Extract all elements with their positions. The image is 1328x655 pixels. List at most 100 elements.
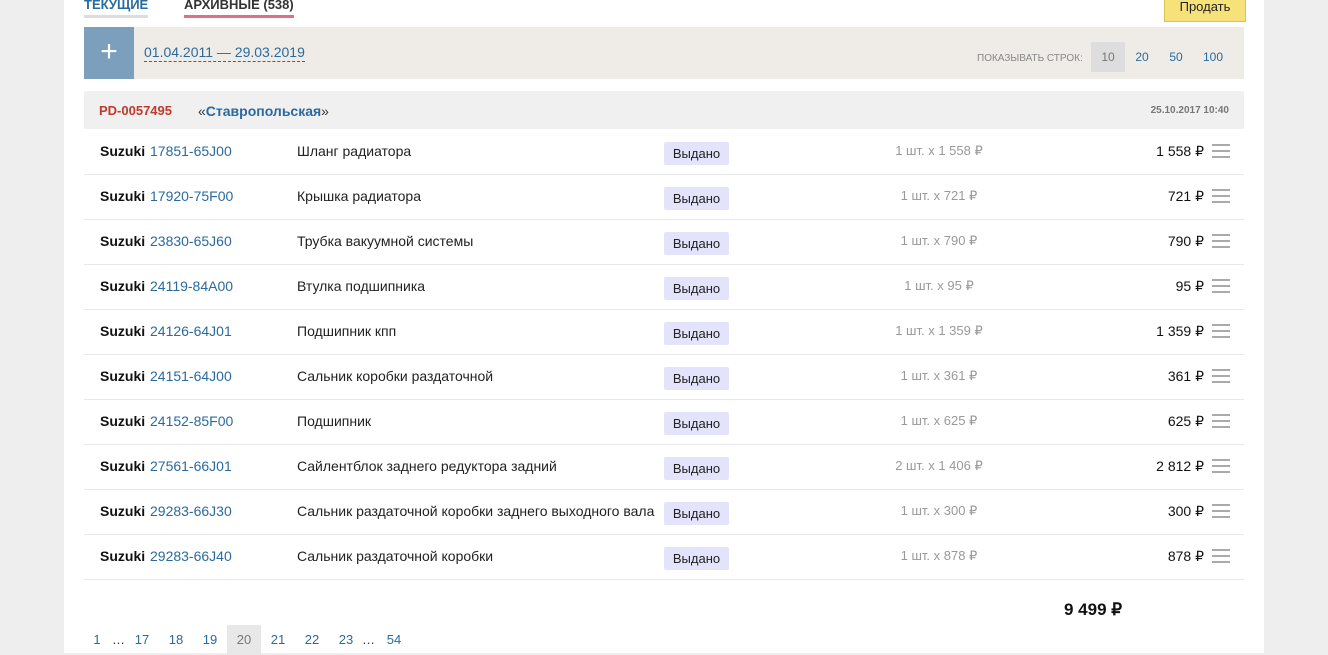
- item-name: Трубка вакуумной системы: [297, 233, 474, 249]
- tab-archive[interactable]: Архивные (538): [184, 0, 294, 18]
- item-code-link[interactable]: 29283-66J30: [150, 503, 232, 519]
- status-badge: Выдано: [664, 547, 729, 570]
- menu-icon[interactable]: [1212, 324, 1230, 338]
- menu-icon[interactable]: [1212, 234, 1230, 248]
- table-row: Suzuki 24151-64J00 Сальник коробки раздато…: [84, 354, 1244, 400]
- table-row: Suzuki 24119-84A00 Втулка подшипника Выдано…: [84, 264, 1244, 310]
- table-row: Suzuki 24126-64J01 Подшипник кпп Выдано 1 шт…: [84, 309, 1244, 355]
- item-quantity-price: 2 шт. x 1 406 ₽: [895, 458, 983, 473]
- page-link-54[interactable]: 54: [377, 625, 411, 655]
- item-code-link[interactable]: 17920-75F00: [150, 188, 233, 204]
- page-link-1[interactable]: 1: [80, 625, 114, 655]
- menu-icon[interactable]: [1212, 369, 1230, 383]
- item-total: 625 ₽: [1167, 413, 1204, 429]
- page-link-22[interactable]: 22: [295, 625, 329, 655]
- item-quantity-price: 1 шт. x 721 ₽: [900, 188, 978, 203]
- table-row: Suzuki 17851-65J00 Шланг радиатора Выдано 1 …: [84, 129, 1244, 175]
- table-row: Suzuki 29283-66J30 Сальник раздаточной кор…: [84, 489, 1244, 535]
- date-range-link[interactable]: 01.04.2011 — 29.03.2019: [144, 44, 305, 62]
- item-code-link[interactable]: 24119-84A00: [150, 278, 233, 294]
- pagination-ellipsis: …: [362, 632, 375, 647]
- item-code-link[interactable]: 23830-65J60: [150, 233, 232, 249]
- item-brand: Suzuki: [100, 233, 146, 249]
- menu-icon[interactable]: [1212, 504, 1230, 518]
- item-brand: Suzuki: [100, 143, 146, 159]
- status-badge: Выдано: [664, 412, 729, 435]
- plus-icon: +: [100, 35, 118, 68]
- item-quantity-price: 1 шт. x 878 ₽: [900, 548, 978, 563]
- item-brand: Suzuki: [100, 413, 146, 429]
- menu-icon[interactable]: [1212, 414, 1230, 428]
- status-badge: Выдано: [664, 277, 729, 300]
- item-quantity-price: 1 шт. x 95 ₽: [904, 278, 974, 293]
- item-name: Сальник коробки раздаточной: [297, 368, 494, 384]
- order-id[interactable]: PD-0057495: [99, 103, 172, 118]
- item-code-link[interactable]: 24152-85F00: [150, 413, 233, 429]
- status-badge: Выдано: [664, 142, 729, 165]
- page-link-17[interactable]: 17: [125, 625, 159, 655]
- rows-option-10[interactable]: 10: [1091, 42, 1125, 72]
- page-link-21[interactable]: 21: [261, 625, 295, 655]
- item-name: Крышка радиатора: [297, 188, 421, 204]
- rows-option-20[interactable]: 20: [1125, 42, 1159, 72]
- filter-bar: + 01.04.2011 — 29.03.2019 Показывать стр…: [84, 27, 1244, 79]
- rows-option-50[interactable]: 50: [1159, 42, 1193, 72]
- page-link-20[interactable]: 20: [227, 625, 261, 655]
- item-brand: Suzuki: [100, 278, 146, 294]
- item-brand: Suzuki: [100, 368, 146, 384]
- item-total: 1 359 ₽: [1156, 323, 1204, 339]
- item-brand: Suzuki: [100, 323, 146, 339]
- item-quantity-price: 1 шт. x 1 558 ₽: [895, 143, 983, 158]
- item-total: 721 ₽: [1167, 188, 1204, 204]
- store-link[interactable]: Ставропольская: [206, 103, 321, 119]
- menu-icon[interactable]: [1212, 189, 1230, 203]
- item-name: Втулка подшипника: [297, 278, 426, 294]
- item-total: 95 ₽: [1175, 278, 1204, 294]
- add-filter-button[interactable]: +: [84, 27, 134, 79]
- item-code-link[interactable]: 27561-66J01: [150, 458, 232, 474]
- item-name: Сайлентблок заднего редуктора задний: [297, 458, 557, 474]
- item-quantity-price: 1 шт. x 625 ₽: [900, 413, 978, 428]
- status-badge: Выдано: [664, 457, 729, 480]
- item-brand: Suzuki: [100, 548, 146, 564]
- item-quantity-price: 1 шт. x 300 ₽: [900, 503, 978, 518]
- item-name: Сальник раздаточной коробки заднего выхо…: [297, 503, 655, 519]
- menu-icon[interactable]: [1212, 459, 1230, 473]
- rows-option-100[interactable]: 100: [1196, 42, 1230, 72]
- item-quantity-price: 1 шт. x 1 359 ₽: [895, 323, 983, 338]
- tab-current[interactable]: Текущие: [84, 0, 149, 18]
- menu-icon[interactable]: [1212, 279, 1230, 293]
- item-brand: Suzuki: [100, 458, 146, 474]
- item-total: 361 ₽: [1167, 368, 1204, 384]
- item-total: 790 ₽: [1167, 233, 1204, 249]
- rows-per-page-label: Показывать строк:: [977, 53, 1083, 64]
- sell-button[interactable]: Продать: [1164, 0, 1246, 22]
- item-code-link[interactable]: 24151-64J00: [150, 368, 232, 384]
- item-total: 878 ₽: [1167, 548, 1204, 564]
- item-code-link[interactable]: 17851-65J00: [150, 143, 232, 159]
- status-badge: Выдано: [664, 322, 729, 345]
- order-header: PD-0057495 «Ставропольская» 25.10.2017 1…: [84, 91, 1244, 129]
- item-total: 1 558 ₽: [1156, 143, 1204, 159]
- item-code-link[interactable]: 24126-64J01: [150, 323, 232, 339]
- item-brand: Suzuki: [100, 503, 146, 519]
- item-total: 300 ₽: [1167, 503, 1204, 519]
- status-badge: Выдано: [664, 367, 729, 390]
- table-row: Suzuki 27561-66J01 Сайлентблок заднего ред…: [84, 444, 1244, 490]
- table-row: Suzuki 23830-65J60 Трубка вакуумной систем…: [84, 219, 1244, 265]
- item-total: 2 812 ₽: [1156, 458, 1204, 474]
- menu-icon[interactable]: [1212, 144, 1230, 158]
- orders-panel: Текущие Архивные (538) Продать + 01.04.2…: [64, 0, 1264, 655]
- status-badge: Выдано: [664, 232, 729, 255]
- order-store: «Ставропольская»: [198, 103, 329, 119]
- item-name: Сальник раздаточной коробки: [297, 548, 494, 564]
- status-badge: Выдано: [664, 502, 729, 525]
- page-link-23[interactable]: 23: [329, 625, 363, 655]
- page-link-18[interactable]: 18: [159, 625, 193, 655]
- page-link-19[interactable]: 19: [193, 625, 227, 655]
- item-quantity-price: 1 шт. x 361 ₽: [900, 368, 978, 383]
- table-row: Suzuki 24152-85F00 Подшипник Выдано 1 шт. x …: [84, 399, 1244, 445]
- item-code-link[interactable]: 29283-66J40: [150, 548, 232, 564]
- menu-icon[interactable]: [1212, 549, 1230, 563]
- table-row: Suzuki 29283-66J40 Сальник раздаточной кор…: [84, 534, 1244, 580]
